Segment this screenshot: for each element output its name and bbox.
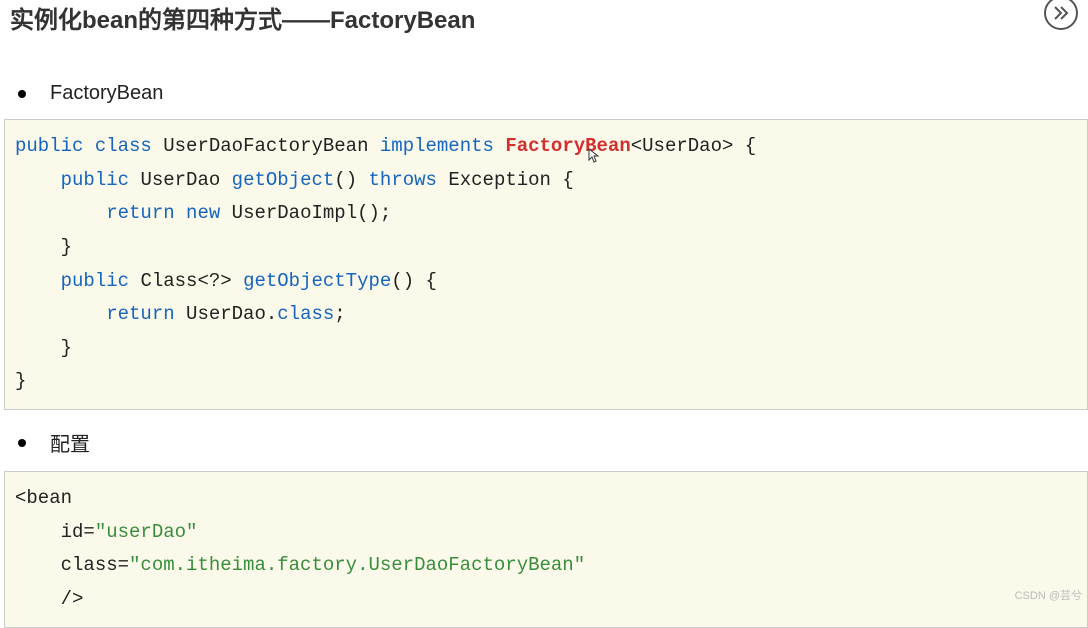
brace: } bbox=[15, 370, 26, 392]
code-block-xml: <bean id="userDao" class="com.itheima.fa… bbox=[4, 471, 1088, 628]
logo-icon bbox=[1044, 0, 1078, 30]
attr-id: id= bbox=[15, 521, 95, 543]
content-area: FactoryBean public class UserDaoFactoryB… bbox=[0, 34, 1088, 628]
code-block-java: public class UserDaoFactoryBean implemen… bbox=[4, 119, 1088, 410]
ret-type: Class<?> bbox=[140, 270, 231, 292]
ret-type: UserDao bbox=[140, 169, 220, 191]
bullet-text: 配置 bbox=[50, 428, 90, 457]
bullet-text: FactoryBean bbox=[50, 82, 163, 105]
bullet-config: 配置 bbox=[18, 428, 1078, 457]
brace: } bbox=[15, 337, 72, 359]
page-title: 实例化bean的第四种方式——FactoryBean bbox=[10, 0, 475, 35]
type-factorybean: FactoryBean bbox=[505, 135, 630, 157]
class-name: UserDaoFactoryBean bbox=[163, 135, 368, 157]
brace: } bbox=[15, 236, 72, 258]
bullet-dot-icon bbox=[18, 90, 26, 98]
method-getobject: getObject bbox=[232, 169, 335, 191]
watermark: CSDN @芸兮 bbox=[1015, 587, 1082, 603]
kw-throws: throws bbox=[369, 169, 437, 191]
bullet-dot-icon bbox=[18, 439, 26, 447]
kw-public: public bbox=[61, 270, 129, 292]
kw-return: return bbox=[106, 202, 174, 224]
generic: <UserDao> { bbox=[631, 135, 756, 157]
parens: () bbox=[334, 169, 357, 191]
tag-open: <bean bbox=[15, 487, 72, 509]
exc-type: Exception { bbox=[448, 169, 573, 191]
kw-class-ref: class bbox=[277, 303, 334, 325]
kw-public: public bbox=[61, 169, 129, 191]
semi: ; bbox=[334, 303, 345, 325]
parens: () { bbox=[391, 270, 437, 292]
kw-public: public bbox=[15, 135, 83, 157]
attr-class: class= bbox=[15, 554, 129, 576]
attr-class-val: "com.itheima.factory.UserDaoFactoryBean" bbox=[129, 554, 585, 576]
attr-id-val: "userDao" bbox=[95, 521, 198, 543]
kw-return: return bbox=[106, 303, 174, 325]
expr: UserDao. bbox=[186, 303, 277, 325]
method-getobjecttype: getObjectType bbox=[243, 270, 391, 292]
bullet-factorybean: FactoryBean bbox=[18, 82, 1078, 105]
kw-new: new bbox=[186, 202, 220, 224]
kw-implements: implements bbox=[380, 135, 494, 157]
ctor: UserDaoImpl(); bbox=[232, 202, 392, 224]
kw-class: class bbox=[95, 135, 152, 157]
